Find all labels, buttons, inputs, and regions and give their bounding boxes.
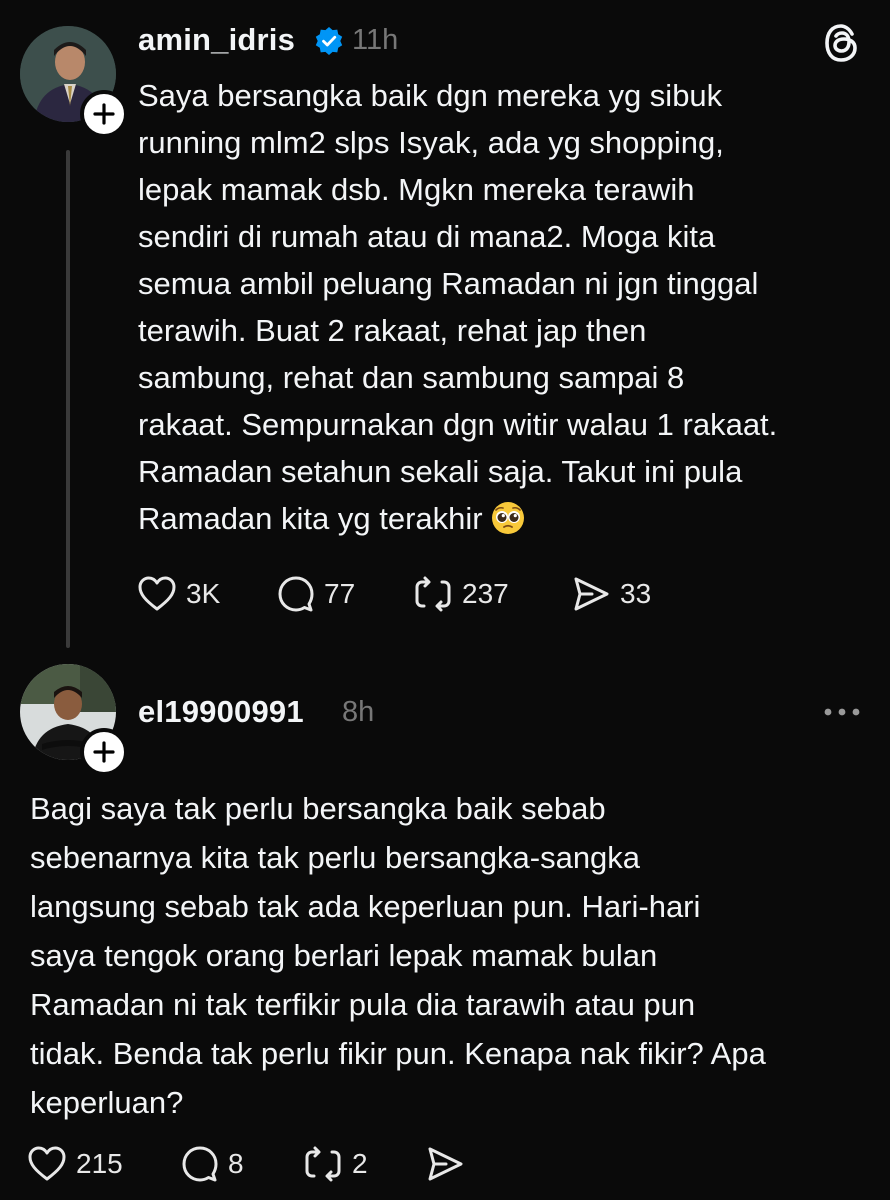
reply-timestamp: 8h [342, 696, 375, 728]
heart-icon [28, 1146, 66, 1181]
share-icon [428, 1147, 463, 1181]
thread-line [66, 150, 70, 648]
comment-icon [182, 1146, 218, 1182]
reply-repost-button[interactable]: 2 [302, 1144, 424, 1184]
reply-username[interactable]: el19900991 [138, 694, 304, 730]
follow-button[interactable] [80, 90, 128, 138]
post-actions: 3K 77 237 33 [136, 574, 651, 614]
share-count: 33 [620, 578, 652, 609]
follow-button-reply[interactable] [80, 728, 128, 776]
like-count: 3K [186, 578, 221, 609]
repost-icon [305, 1146, 341, 1182]
post-username[interactable]: amin_idris [138, 22, 295, 58]
reply-count: 77 [324, 578, 356, 609]
post-body: Saya bersangka baik dgn mereka yg sibuk … [138, 72, 868, 542]
reply-like-button[interactable]: 215 [26, 1144, 180, 1184]
reply-like-count: 215 [76, 1148, 123, 1179]
plus-icon [93, 741, 115, 763]
reply-text: Bagi saya tak perlu bersangka baik sebab… [30, 791, 766, 1120]
reply-button[interactable]: 77 [276, 574, 412, 614]
comment-icon [278, 576, 314, 612]
reply-comment-count: 8 [228, 1148, 244, 1179]
reply-actions: 215 8 2 [26, 1144, 466, 1184]
share-button[interactable]: 33 [570, 574, 651, 614]
repost-count: 237 [462, 578, 509, 609]
reply-repost-count: 2 [352, 1148, 368, 1179]
more-options-icon[interactable] [823, 706, 861, 718]
reply-comment-button[interactable]: 8 [180, 1144, 302, 1184]
verified-badge-icon [315, 27, 343, 55]
post-timestamp: 11h [352, 24, 399, 56]
repost-button[interactable]: 237 [412, 574, 570, 614]
plus-icon [93, 103, 115, 125]
threads-logo-icon[interactable] [822, 22, 862, 64]
repost-icon [415, 576, 451, 612]
pleading-face-icon [491, 502, 524, 534]
share-icon [574, 577, 609, 611]
heart-icon [138, 576, 176, 611]
reply-share-button[interactable] [424, 1144, 466, 1184]
post-text: Saya bersangka baik dgn mereka yg sibuk … [138, 78, 778, 536]
like-button[interactable]: 3K [136, 574, 276, 614]
